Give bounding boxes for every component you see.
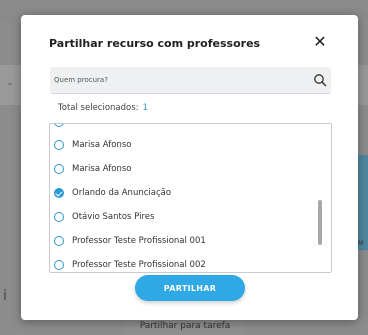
list-item-label: Professor Teste Profissional 001 — [72, 236, 206, 246]
radio-button[interactable] — [54, 164, 64, 174]
total-selected-count: 1 — [142, 103, 148, 113]
share-button[interactable]: PARTILHAR — [135, 275, 245, 301]
search-icon[interactable] — [313, 73, 327, 87]
list-item-label: Marisa Afonso — [72, 140, 132, 150]
search-box — [50, 67, 331, 94]
total-selected: Total selecionados: 1 — [58, 103, 148, 113]
list-item[interactable]: Marisa Afonso — [50, 139, 320, 155]
background-left-glyph: i — [3, 288, 7, 304]
background-card — [358, 155, 368, 250]
list-item-label: Orlando da Anunciação — [72, 188, 172, 198]
list-item[interactable]: Professor Teste Profissional 002 — [50, 259, 320, 272]
list-item[interactable] — [50, 124, 320, 132]
background-card-text: M — [358, 240, 364, 247]
list-item-label: Otávio Santos Pires — [72, 212, 155, 222]
modal-title: Partilhar recurso com professores — [49, 37, 261, 50]
list-item[interactable]: Orlando da Anunciação — [50, 187, 320, 203]
radio-button[interactable] — [54, 140, 64, 150]
list-item-label: Professor Teste Profissional 002 — [72, 260, 206, 270]
radio-button[interactable] — [54, 260, 64, 270]
radio-button[interactable] — [54, 236, 64, 246]
chevron-down-icon: ⌄ — [6, 78, 14, 88]
radio-button-checked[interactable] — [54, 188, 64, 198]
radio-button[interactable] — [54, 212, 64, 222]
list-scrollbar[interactable] — [318, 200, 322, 245]
list-item-label: Marisa Afonso — [72, 164, 132, 174]
list-item[interactable]: Professor Teste Profissional 001 — [50, 235, 320, 251]
search-input[interactable] — [54, 67, 294, 93]
teacher-list[interactable]: Marisa Afonso Marisa Afonso Orlando da A… — [49, 123, 332, 273]
close-icon[interactable]: ✕ — [311, 33, 329, 51]
share-modal: Partilhar recurso com professores ✕ Tota… — [21, 15, 358, 320]
list-item[interactable]: Marisa Afonso — [50, 163, 320, 179]
radio-button[interactable] — [54, 124, 64, 127]
share-to-task-button: Partilhar para tarefa — [125, 318, 245, 335]
background-right-panel — [358, 65, 368, 105]
total-selected-label: Total selecionados: — [58, 103, 139, 113]
list-item[interactable]: Otávio Santos Pires — [50, 211, 320, 227]
